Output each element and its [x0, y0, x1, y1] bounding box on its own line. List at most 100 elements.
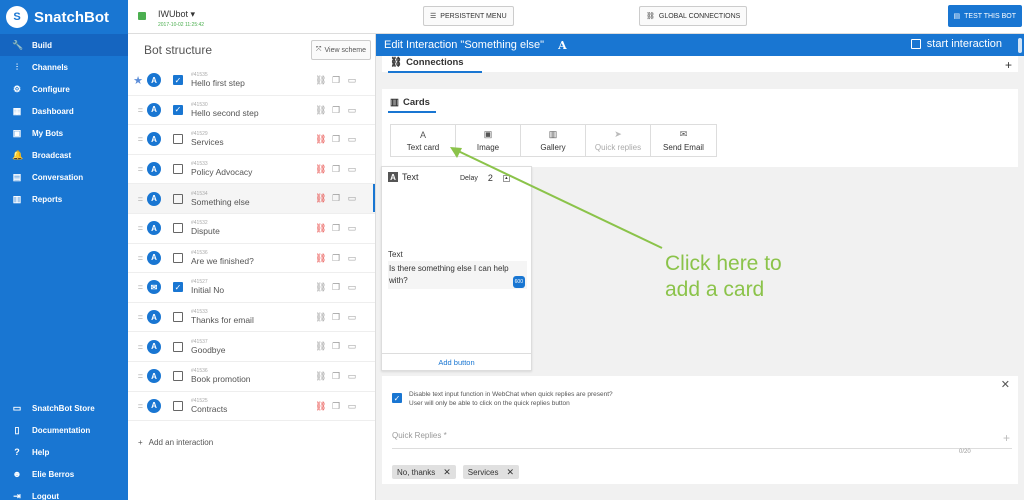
comment-icon[interactable]: ▭	[347, 105, 357, 115]
copy-icon[interactable]: ❐	[331, 312, 341, 322]
sidebar-item-snatchbot-store[interactable]: ▭ SnatchBot Store	[0, 397, 128, 419]
test-bot-button[interactable]: ▤ TEST THIS BOT	[947, 5, 1022, 27]
copy-icon[interactable]: ❐	[331, 75, 341, 85]
drag-handle-icon[interactable]: =	[128, 253, 146, 263]
sidebar-item-broadcast[interactable]: 🔔 Broadcast	[0, 144, 128, 166]
quick-reply-chip[interactable]: Services ✕	[462, 465, 520, 479]
sidebar-item-dashboard[interactable]: ▦ Dashboard	[0, 100, 128, 122]
link-icon[interactable]: ⛓	[315, 164, 326, 174]
sidebar-item-reports[interactable]: ▥ Reports	[0, 188, 128, 210]
delay-stepper[interactable]: ▴	[502, 174, 510, 182]
step-item[interactable]: = A ✓ #41530 Hello second step ⛓ ❐ ▭	[128, 96, 375, 126]
link-icon[interactable]: ⛓	[315, 401, 326, 411]
step-item[interactable]: = A #41533 Policy Advocacy ⛓ ❐ ▭	[128, 155, 375, 185]
comment-icon[interactable]: ▭	[347, 401, 357, 411]
comment-icon[interactable]: ▭	[347, 75, 357, 85]
copy-icon[interactable]: ❐	[331, 134, 341, 144]
close-icon[interactable]: ✕	[1001, 378, 1010, 391]
comment-icon[interactable]: ▭	[347, 371, 357, 381]
step-item[interactable]: = ✉ ✓ #41527 Initial No ⛓ ❐ ▭	[128, 273, 375, 303]
connections-title[interactable]: ⛓ Connections	[390, 57, 464, 68]
step-item[interactable]: ★ A ✓ #41535 Hello first step ⛓ ❐ ▭	[128, 66, 375, 96]
sidebar-item-elie-berros[interactable]: ☻ Elie Berros	[0, 463, 128, 485]
link-icon[interactable]: ⛓	[315, 371, 326, 381]
add-quick-reply-button[interactable]: +	[1003, 431, 1010, 445]
brand[interactable]: S SnatchBot	[0, 0, 128, 34]
link-icon[interactable]: ⛓	[315, 105, 326, 115]
step-item[interactable]: = A #41532 Dispute ⛓ ❐ ▭	[128, 214, 375, 244]
sidebar-item-configure[interactable]: ⚙ Configure	[0, 78, 128, 100]
step-checkbox[interactable]: ✓	[173, 104, 183, 115]
delay-input[interactable]: 2	[488, 173, 493, 183]
view-scheme-button[interactable]: ⤧ View scheme	[310, 40, 371, 60]
add-button[interactable]: Add button	[382, 353, 531, 371]
drag-handle-icon[interactable]: =	[128, 312, 146, 322]
comment-icon[interactable]: ▭	[347, 341, 357, 351]
step-checkbox[interactable]	[173, 193, 183, 204]
start-interaction-checkbox[interactable]	[910, 39, 921, 49]
bot-name[interactable]: IWUbot ▾	[158, 9, 195, 20]
tab-gallery[interactable]: ▥ Gallery	[521, 125, 586, 156]
comment-icon[interactable]: ▭	[347, 253, 357, 263]
remove-chip-icon[interactable]: ✕	[506, 467, 514, 478]
drag-handle-icon[interactable]: =	[128, 134, 146, 144]
link-icon[interactable]: ⛓	[315, 134, 326, 144]
sidebar-item-channels[interactable]: ⫶ Channels	[0, 56, 128, 78]
drag-handle-icon[interactable]: =	[128, 194, 146, 204]
step-checkbox[interactable]	[173, 223, 183, 234]
link-icon[interactable]: ⛓	[315, 253, 326, 263]
drag-handle-icon[interactable]: =	[128, 164, 146, 174]
copy-icon[interactable]: ❐	[331, 164, 341, 174]
step-checkbox[interactable]	[173, 134, 183, 145]
step-item[interactable]: = A #41533 Thanks for email ⛓ ❐ ▭	[128, 303, 375, 333]
step-item[interactable]: = A #41529 Services ⛓ ❐ ▭	[128, 125, 375, 155]
comment-icon[interactable]: ▭	[347, 193, 357, 203]
remove-chip-icon[interactable]: ✕	[443, 467, 451, 478]
card-text-input[interactable]: Is there something else I can help with?…	[388, 261, 527, 289]
copy-icon[interactable]: ❐	[331, 401, 341, 411]
step-item[interactable]: = A #41536 Book promotion ⛓ ❐ ▭	[128, 362, 375, 392]
step-item[interactable]: = A #41534 Something else ⛓ ❐ ▭	[128, 184, 375, 214]
drag-handle-icon[interactable]: =	[128, 342, 146, 352]
tab-image[interactable]: ▣ Image	[456, 125, 521, 156]
step-checkbox[interactable]: ✓	[173, 282, 183, 293]
link-icon[interactable]: ⛓	[315, 75, 326, 85]
start-interaction-toggle[interactable]: start interaction	[910, 38, 1002, 50]
scrollbar[interactable]	[1018, 38, 1022, 53]
drag-handle-icon[interactable]: =	[128, 223, 146, 233]
sidebar-item-my-bots[interactable]: ▣ My Bots	[0, 122, 128, 144]
step-checkbox[interactable]: ✓	[173, 75, 183, 86]
drag-handle-icon[interactable]: =	[128, 401, 146, 411]
comment-icon[interactable]: ▭	[347, 134, 357, 144]
drag-handle-icon[interactable]: =	[128, 371, 146, 381]
copy-icon[interactable]: ❐	[331, 371, 341, 381]
step-checkbox[interactable]	[173, 371, 183, 382]
quick-replies-input[interactable]: Quick Replies * +	[392, 431, 1012, 449]
sidebar-item-build[interactable]: 🔧 Build	[0, 34, 128, 56]
step-checkbox[interactable]	[173, 312, 183, 323]
sidebar-item-conversation[interactable]: ▤ Conversation	[0, 166, 128, 188]
drag-handle-icon[interactable]: =	[128, 282, 146, 292]
comment-icon[interactable]: ▭	[347, 282, 357, 292]
disable-text-input-checkbox[interactable]: ✓	[392, 393, 402, 403]
link-icon[interactable]: ⛓	[315, 312, 326, 322]
copy-icon[interactable]: ❐	[331, 253, 341, 263]
comment-icon[interactable]: ▭	[347, 164, 357, 174]
persistent-menu-button[interactable]: ☰ PERSISTENT MENU	[423, 6, 514, 26]
copy-icon[interactable]: ❐	[331, 193, 341, 203]
link-icon[interactable]: ⛓	[315, 282, 326, 292]
drag-handle-icon[interactable]: =	[128, 105, 146, 115]
link-icon[interactable]: ⛓	[315, 223, 326, 233]
add-connection-button[interactable]: +	[1005, 58, 1012, 72]
step-item[interactable]: = A #41537 Goodbye ⛓ ❐ ▭	[128, 332, 375, 362]
sidebar-item-documentation[interactable]: ▯ Documentation	[0, 419, 128, 441]
copy-icon[interactable]: ❐	[331, 223, 341, 233]
global-connections-button[interactable]: ⛓ GLOBAL CONNECTIONS	[639, 6, 748, 26]
comment-icon[interactable]: ▭	[347, 312, 357, 322]
copy-icon[interactable]: ❐	[331, 105, 341, 115]
step-checkbox[interactable]	[173, 164, 183, 175]
link-icon[interactable]: ⛓	[315, 341, 326, 351]
step-item[interactable]: = A #41536 Are we finished? ⛓ ❐ ▭	[128, 244, 375, 274]
step-checkbox[interactable]	[173, 400, 183, 411]
step-checkbox[interactable]	[173, 252, 183, 263]
